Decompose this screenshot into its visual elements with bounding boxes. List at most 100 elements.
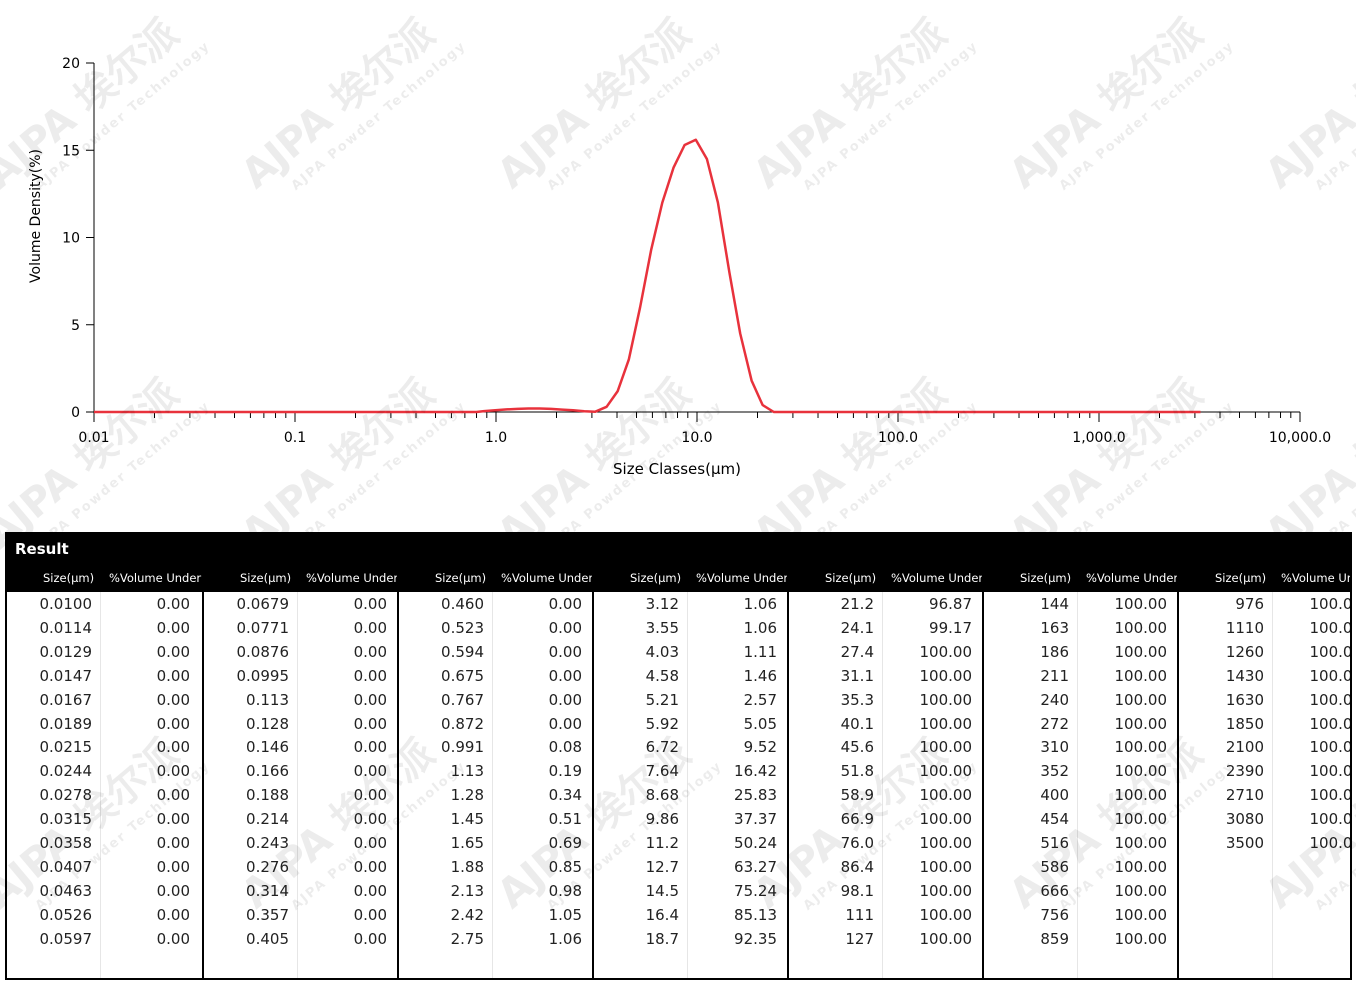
table-row: 51.8 100.00 xyxy=(789,759,982,783)
volume-under-cell: 92.35 xyxy=(734,929,777,948)
size-cell: 400 xyxy=(1040,786,1069,805)
size-cell: 0.146 xyxy=(246,738,289,757)
size-cell: 0.0100 xyxy=(39,595,93,613)
y-tick-label: 10 xyxy=(62,231,80,247)
table-row: 0.0597 0.00 xyxy=(7,927,202,951)
volume-under-cell: 0.00 xyxy=(353,642,387,661)
size-cell: 0.314 xyxy=(246,881,289,900)
table-row: 211 100.00 xyxy=(984,664,1177,688)
size-cell: 0.357 xyxy=(246,905,289,924)
volume-under-cell: 0.00 xyxy=(353,834,387,852)
table-row: 0.872 0.00 xyxy=(399,712,592,736)
size-cell: 1630 xyxy=(1225,690,1264,709)
volume-under-cell: 0.98 xyxy=(548,881,582,900)
table-row: 0.523 0.00 xyxy=(399,616,592,640)
size-cell: 186 xyxy=(1040,642,1069,661)
volume-under-cell: 100.00 xyxy=(1309,595,1352,613)
x-tick-label: 100.0 xyxy=(878,430,918,446)
volume-under-cell: 100.00 xyxy=(1114,905,1168,924)
table-row: 144 100.00 xyxy=(984,592,1177,616)
size-cell: 0.0358 xyxy=(39,834,93,852)
size-cell: 9.86 xyxy=(645,810,679,829)
size-cell: 1.13 xyxy=(450,762,484,781)
table-row: 2100 100.00 xyxy=(1179,735,1350,759)
table-row: 6.72 9.52 xyxy=(594,735,787,759)
volume-under-cell: 100.00 xyxy=(919,905,973,924)
volume-under-cell: 85.13 xyxy=(734,905,777,924)
y-tick-label: 5 xyxy=(71,318,80,334)
size-cell: 0.0995 xyxy=(236,666,290,685)
x-tick-label: 0.01 xyxy=(78,430,109,446)
table-row: 2.42 1.05 xyxy=(399,903,592,927)
size-cell: 76.0 xyxy=(840,834,874,852)
y-axis-ticks: 0 5 10 15 20 xyxy=(62,56,94,421)
table-row: 0.0315 0.00 xyxy=(7,807,202,831)
table-row: 2.13 0.98 xyxy=(399,879,592,903)
volume-under-cell: 100.00 xyxy=(1309,690,1352,709)
table-row: 0.0995 0.00 xyxy=(204,664,397,688)
volume-under-cell: 100.00 xyxy=(1114,618,1168,637)
size-cell: 0.128 xyxy=(246,714,289,733)
volume-under-cell: 100.00 xyxy=(1114,881,1168,900)
size-cell: 40.1 xyxy=(840,714,874,733)
table-row: 756 100.00 xyxy=(984,903,1177,927)
size-cell: 51.8 xyxy=(840,762,874,781)
size-cell: 0.0315 xyxy=(39,810,93,829)
result-column-group: Size(μm) %Volume Under 3.12 1.06 3.55 1.06 4.0… xyxy=(592,564,787,978)
table-row: 18.7 92.35 xyxy=(594,927,787,951)
x-tick-label: 10.0 xyxy=(681,430,712,446)
table-row: 0.0167 0.00 xyxy=(7,688,202,712)
size-cell: 2.13 xyxy=(450,881,484,900)
result-column-group: Size(μm) %Volume Under 144 100.00 163 100.00 1… xyxy=(982,564,1177,978)
size-cell: 240 xyxy=(1040,690,1069,709)
size-cell: 27.4 xyxy=(840,642,874,661)
table-row: 240 100.00 xyxy=(984,688,1177,712)
table-row: 163 100.00 xyxy=(984,616,1177,640)
size-cell: 24.1 xyxy=(840,618,874,637)
volume-under-cell: 100.00 xyxy=(919,786,973,805)
table-row: 0.243 0.00 xyxy=(204,831,397,855)
size-cell: 0.460 xyxy=(441,595,484,613)
size-cell: 12.7 xyxy=(645,857,679,876)
volume-under-cell: 100.00 xyxy=(919,881,973,900)
volume-under-cell: 100.00 xyxy=(919,666,973,685)
size-cell: 2.42 xyxy=(450,905,484,924)
table-row: 0.594 0.00 xyxy=(399,640,592,664)
volume-under-header: %Volume Under xyxy=(1281,571,1350,585)
table-row: 0.0147 0.00 xyxy=(7,664,202,688)
volume-under-cell: 1.11 xyxy=(743,642,777,661)
size-cell: 756 xyxy=(1040,905,1069,924)
volume-under-cell: 0.00 xyxy=(353,905,387,924)
table-row: 0.991 0.08 xyxy=(399,735,592,759)
table-row: 1.45 0.51 xyxy=(399,807,592,831)
table-row: 0.460 0.00 xyxy=(399,592,592,616)
volume-under-cell: 100.00 xyxy=(1309,786,1352,805)
size-cell: 0.767 xyxy=(441,690,484,709)
table-row: 666 100.00 xyxy=(984,879,1177,903)
volume-under-cell: 0.00 xyxy=(156,666,190,685)
size-cell: 0.594 xyxy=(441,642,484,661)
volume-under-cell: 100.00 xyxy=(1114,857,1168,876)
volume-under-cell: 0.00 xyxy=(156,738,190,757)
size-cell: 352 xyxy=(1040,762,1069,781)
volume-under-cell: 96.87 xyxy=(929,595,972,613)
column-header: Size(μm) %Volume Under xyxy=(204,564,397,592)
size-header: Size(μm) xyxy=(435,571,487,585)
volume-under-cell: 100.00 xyxy=(919,714,973,733)
table-row: 1.65 0.69 xyxy=(399,831,592,855)
volume-under-cell: 100.00 xyxy=(1309,642,1352,661)
table-row: 45.6 100.00 xyxy=(789,735,982,759)
table-row: 1.28 0.34 xyxy=(399,783,592,807)
size-cell: 0.0215 xyxy=(39,738,93,757)
size-header: Size(μm) xyxy=(825,571,877,585)
table-row: 272 100.00 xyxy=(984,712,1177,736)
volume-under-cell: 100.00 xyxy=(919,834,973,852)
table-row: 0.188 0.00 xyxy=(204,783,397,807)
table-row: 24.1 99.17 xyxy=(789,616,982,640)
size-header: Size(μm) xyxy=(1215,571,1267,585)
volume-under-cell: 1.06 xyxy=(548,929,582,948)
table-row: 0.767 0.00 xyxy=(399,688,592,712)
size-cell: 0.214 xyxy=(246,810,289,829)
size-cell: 0.0526 xyxy=(39,905,93,924)
column-body: 21.2 96.87 24.1 99.17 27.4 100.00 31.1 100.00 35… xyxy=(789,592,982,978)
